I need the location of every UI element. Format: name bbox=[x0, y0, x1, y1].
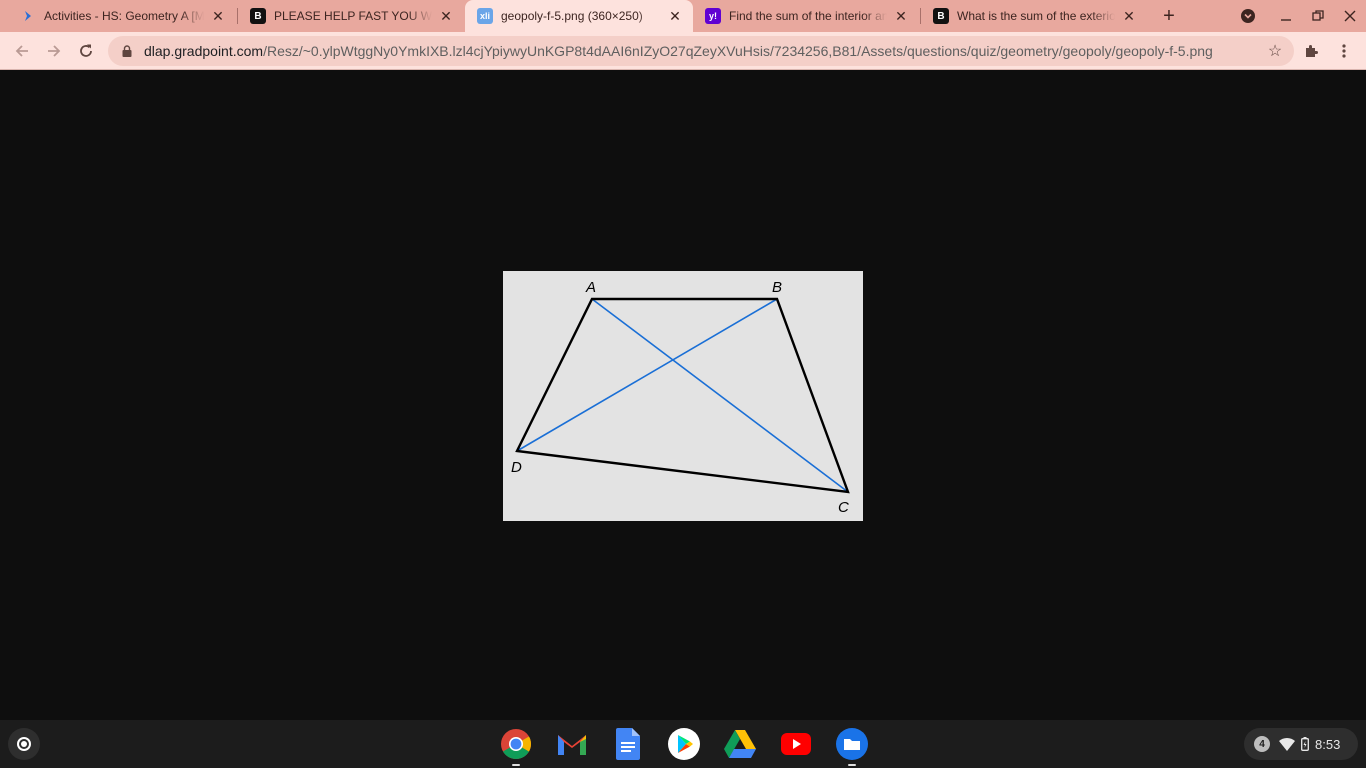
image-viewer: A B C D bbox=[0, 71, 1366, 720]
shelf-app-drive[interactable] bbox=[724, 728, 756, 760]
docs-icon bbox=[616, 728, 640, 760]
tab-geopoly-image[interactable]: xli geopoly-f-5.png (360×250) ✕ bbox=[465, 0, 693, 32]
tab-please-help[interactable]: B PLEASE HELP FAST YOU WILL ✕ bbox=[238, 0, 464, 32]
tab-title: PLEASE HELP FAST YOU WILL bbox=[274, 9, 432, 23]
clock-time: 8:53 bbox=[1315, 736, 1341, 752]
url-text[interactable]: dlap.gradpoint.com/Resz/~0.ylpWtggNy0Ymk… bbox=[144, 43, 1260, 59]
minimize-button[interactable] bbox=[1271, 0, 1301, 32]
shelf-app-docs[interactable] bbox=[612, 728, 644, 760]
youtube-icon bbox=[781, 733, 811, 755]
vertex-label-c: C bbox=[838, 499, 849, 516]
url-host: dlap.gradpoint.com bbox=[144, 43, 264, 59]
shelf-app-gmail[interactable] bbox=[556, 728, 588, 760]
lock-icon bbox=[120, 44, 134, 58]
vertex-label-b: B bbox=[772, 279, 782, 296]
tab-exterior-sum[interactable]: B What is the sum of the exterior ✕ bbox=[921, 0, 1147, 32]
tab-activities[interactable]: Activities - HS: Geometry A [M ✕ bbox=[8, 0, 236, 32]
diagonal-bd bbox=[516, 298, 778, 452]
url-path: /Resz/~0.ylpWtggNy0YmkIXB.lzl4cjYpiywyUn… bbox=[263, 43, 1213, 59]
puzzle-piece-icon bbox=[1306, 45, 1318, 57]
quadrilateral-figure: A B C D bbox=[511, 279, 850, 516]
system-shelf: 4 8:53 bbox=[0, 720, 1366, 768]
shelf-app-youtube[interactable] bbox=[780, 728, 812, 760]
close-window-button[interactable] bbox=[1335, 0, 1365, 32]
restore-icon bbox=[1312, 10, 1324, 21]
running-indicator bbox=[512, 764, 520, 766]
wifi-icon bbox=[1279, 737, 1295, 751]
launcher-icon bbox=[17, 737, 31, 751]
close-icon bbox=[1344, 10, 1356, 22]
forward-arrow-icon bbox=[48, 45, 61, 57]
tab-title: Activities - HS: Geometry A [M bbox=[44, 9, 204, 23]
running-indicator bbox=[848, 764, 856, 766]
browser-toolbar: dlap.gradpoint.com/Resz/~0.ylpWtggNy0Ymk… bbox=[0, 32, 1366, 70]
tab-search-button[interactable] bbox=[1233, 0, 1263, 32]
shelf-app-play-store[interactable] bbox=[668, 728, 700, 760]
quadrilateral-abcd bbox=[515, 297, 850, 494]
tab-find-sum[interactable]: y! Find the sum of the interior an ✕ bbox=[693, 0, 919, 32]
tab-title: geopoly-f-5.png (360×250) bbox=[501, 9, 643, 23]
close-tab-icon[interactable]: ✕ bbox=[891, 6, 911, 26]
close-tab-icon[interactable]: ✕ bbox=[436, 6, 456, 26]
bookmark-star-icon[interactable]: ☆ bbox=[1260, 36, 1290, 66]
close-tab-icon[interactable]: ✕ bbox=[665, 6, 685, 26]
battery-icon bbox=[1301, 737, 1309, 751]
address-bar[interactable]: dlap.gradpoint.com/Resz/~0.ylpWtggNy0Ymk… bbox=[108, 36, 1294, 66]
back-button[interactable] bbox=[8, 37, 36, 65]
vertex-label-a: A bbox=[585, 279, 596, 296]
tab-strip: Activities - HS: Geometry A [M ✕ B PLEAS… bbox=[0, 0, 1366, 32]
tab-title: Find the sum of the interior an bbox=[729, 9, 887, 23]
reload-icon bbox=[80, 44, 92, 57]
diagonal-ac bbox=[591, 298, 849, 493]
play-store-icon bbox=[668, 728, 700, 760]
shelf-app-chrome[interactable] bbox=[500, 728, 532, 766]
vertex-label-d: D bbox=[511, 459, 522, 476]
extensions-button[interactable] bbox=[1298, 37, 1326, 65]
shelf-app-files[interactable] bbox=[836, 728, 868, 766]
geometry-image: A B C D bbox=[503, 271, 863, 521]
restore-button[interactable] bbox=[1303, 0, 1333, 32]
forward-button[interactable] bbox=[40, 37, 68, 65]
gmail-icon bbox=[558, 735, 586, 755]
chrome-icon bbox=[501, 729, 532, 760]
minimize-icon bbox=[1281, 19, 1291, 21]
files-icon bbox=[836, 728, 868, 760]
status-tray[interactable]: 4 8:53 bbox=[1244, 728, 1358, 760]
chevron-down-circle-icon bbox=[1241, 9, 1255, 23]
brainly-b-icon: B bbox=[250, 8, 266, 24]
notification-count-badge: 4 bbox=[1254, 736, 1270, 752]
kebab-menu-icon bbox=[1342, 44, 1346, 58]
drive-icon bbox=[724, 730, 756, 758]
image-icon: xli bbox=[477, 8, 493, 24]
edgenuity-arrow-icon bbox=[20, 8, 36, 24]
yahoo-answers-icon: y! bbox=[705, 8, 721, 24]
brainly-b-icon: B bbox=[933, 8, 949, 24]
launcher-button[interactable] bbox=[8, 728, 40, 760]
menu-button[interactable] bbox=[1330, 37, 1358, 65]
back-arrow-icon bbox=[15, 45, 28, 57]
new-tab-button[interactable]: + bbox=[1158, 5, 1180, 27]
tab-title: What is the sum of the exterior bbox=[957, 9, 1115, 23]
close-tab-icon[interactable]: ✕ bbox=[208, 6, 228, 26]
reload-button[interactable] bbox=[72, 37, 100, 65]
close-tab-icon[interactable]: ✕ bbox=[1119, 6, 1139, 26]
